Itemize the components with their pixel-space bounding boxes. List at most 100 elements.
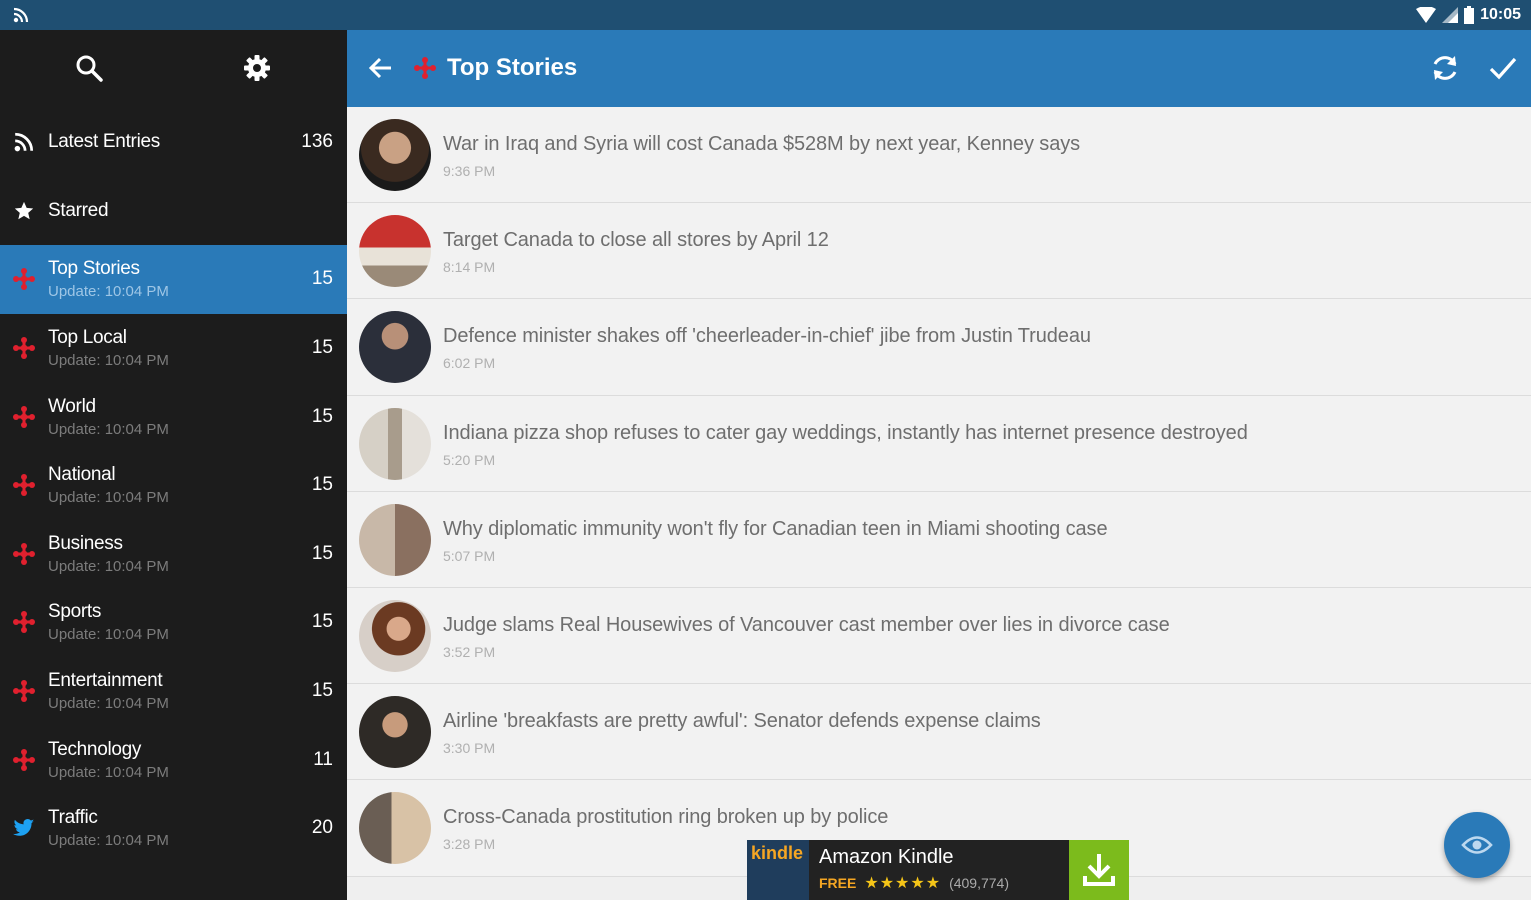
sidebar-item-label: National (48, 464, 116, 486)
ad-app-name: Amazon Kindle (819, 846, 954, 868)
download-button[interactable] (1069, 840, 1129, 900)
article-thumbnail (359, 407, 431, 480)
status-time: 10:05 (1480, 6, 1521, 23)
article-thumbnail (359, 215, 431, 288)
cbc-icon (12, 267, 36, 291)
cbc-icon (12, 473, 36, 497)
rss-icon (12, 130, 36, 154)
list-item[interactable]: War in Iraq and Syria will cost Canada $… (347, 107, 1531, 204)
article-thumbnail (359, 792, 431, 865)
ad-info: Amazon Kindle FREE ★★★★★ (409,774) (809, 840, 1069, 900)
article-thumbnail (359, 503, 431, 576)
sidebar-item-label: Sports (48, 601, 102, 623)
list-item[interactable]: Why diplomatic immunity won't fly for Ca… (347, 491, 1531, 588)
cbc-icon (12, 542, 36, 566)
ad-meta: FREE ★★★★★ (409,774) (819, 873, 1059, 893)
sidebar: Latest Entries 136 Starred Top Stories Up… (0, 30, 347, 900)
article-headline: Judge slams Real Housewives of Vancouver… (443, 613, 1170, 636)
sidebar-item-business[interactable]: Business Update: 10:04 PM 15 (0, 520, 347, 589)
article-time: 8:14 PM (443, 259, 496, 276)
sidebar-header (0, 30, 347, 108)
article-list: War in Iraq and Syria will cost Canada $… (347, 107, 1531, 877)
unread-count: 11 (313, 748, 333, 770)
sidebar-item-update: Update: 10:04 PM (48, 489, 169, 507)
sidebar-item-label: Entertainment (48, 670, 163, 692)
article-headline: War in Iraq and Syria will cost Canada $… (443, 133, 1081, 155)
sidebar-item-technology[interactable]: Technology Update: 10:04 PM 11 (0, 725, 347, 794)
back-arrow-icon[interactable] (367, 54, 395, 82)
unread-count: 136 (301, 131, 333, 153)
toolbar: Top Stories (347, 30, 1531, 107)
ad-logo-text: kindle (751, 843, 804, 863)
article-headline: Defence minister shakes off 'cheerleader… (443, 325, 1091, 348)
sidebar-item-update: Update: 10:04 PM (48, 626, 169, 644)
sidebar-item-latest-entries[interactable]: Latest Entries 136 (0, 108, 347, 177)
settings-button[interactable] (241, 52, 273, 84)
mark-read-fab[interactable] (1444, 812, 1510, 878)
article-thumbnail (359, 599, 431, 672)
unread-count: 15 (311, 542, 333, 564)
sidebar-list: Latest Entries 136 Starred Top Stories Up… (0, 108, 347, 863)
unread-count: 15 (311, 337, 333, 359)
unread-count: 15 (311, 680, 333, 702)
sidebar-item-label: Starred (48, 199, 109, 221)
list-item[interactable]: Target Canada to close all stores by Apr… (347, 203, 1531, 300)
sidebar-item-traffic[interactable]: Traffic Update: 10:04 PM 20 (0, 794, 347, 863)
page-title: Top Stories (447, 54, 578, 81)
eye-icon (1461, 836, 1493, 854)
sidebar-item-update: Update: 10:04 PM (48, 420, 169, 438)
sidebar-item-sports[interactable]: Sports Update: 10:04 PM 15 (0, 588, 347, 657)
sidebar-item-label: Top Stories (48, 258, 140, 280)
list-item[interactable]: Indiana pizza shop refuses to cater gay … (347, 395, 1531, 492)
status-bar: 10:05 (0, 0, 1531, 30)
sidebar-item-label: Technology (48, 738, 142, 760)
kindle-logo: kindle (747, 840, 809, 900)
list-item[interactable]: Defence minister shakes off 'cheerleader… (347, 299, 1531, 396)
sidebar-item-update: Update: 10:04 PM (48, 283, 169, 301)
sidebar-item-update: Update: 10:04 PM (48, 763, 169, 781)
download-icon (1083, 854, 1115, 886)
article-headline: Target Canada to close all stores by Apr… (443, 229, 829, 252)
sidebar-item-starred[interactable]: Starred (0, 177, 347, 246)
sidebar-item-national[interactable]: National Update: 10:04 PM 15 (0, 451, 347, 520)
article-headline: Cross-Canada prostitution ring broken up… (443, 806, 889, 829)
unread-count: 15 (311, 268, 333, 290)
unread-count: 20 (311, 817, 333, 839)
article-time: 9:36 PM (443, 163, 496, 179)
article-time: 3:28 PM (443, 836, 496, 853)
article-headline: Indiana pizza shop refuses to cater gay … (443, 421, 1248, 444)
refresh-icon[interactable] (1429, 52, 1461, 84)
unread-count: 15 (311, 611, 333, 633)
sidebar-item-top-stories[interactable]: Top Stories Update: 10:04 PM 15 (0, 245, 347, 314)
article-thumbnail (359, 311, 431, 384)
ad-review-count: (409,774) (949, 875, 1009, 891)
sidebar-item-entertainment[interactable]: Entertainment Update: 10:04 PM 15 (0, 657, 347, 726)
rss-icon (13, 7, 29, 23)
sidebar-item-label: Latest Entries (48, 131, 160, 153)
cbc-icon (12, 610, 36, 634)
sidebar-item-label: World (48, 395, 96, 417)
search-icon (76, 55, 103, 82)
cbc-icon (12, 748, 36, 772)
ad-banner[interactable]: kindle Amazon Kindle FREE ★★★★★ (409,774… (747, 840, 1129, 900)
sidebar-item-label: Business (48, 532, 123, 554)
sidebar-item-top-local[interactable]: Top Local Update: 10:04 PM 15 (0, 314, 347, 383)
unread-count: 15 (311, 474, 333, 496)
twitter-icon (12, 816, 36, 840)
list-item[interactable]: Airline 'breakfasts are pretty awful': S… (347, 684, 1531, 781)
sidebar-item-update: Update: 10:04 PM (48, 832, 169, 850)
sidebar-item-update: Update: 10:04 PM (48, 695, 169, 713)
article-time: 3:30 PM (443, 740, 496, 757)
check-icon[interactable] (1487, 52, 1519, 84)
cbc-icon (12, 405, 36, 429)
battery-icon (1464, 6, 1475, 24)
article-headline: Airline 'breakfasts are pretty awful': S… (443, 710, 1041, 733)
cbc-icon (12, 336, 36, 360)
sidebar-item-update: Update: 10:04 PM (48, 352, 169, 370)
search-button[interactable] (73, 52, 105, 84)
sidebar-item-world[interactable]: World Update: 10:04 PM 15 (0, 382, 347, 451)
sidebar-item-label: Traffic (48, 807, 98, 829)
cbc-icon (413, 56, 439, 82)
sidebar-item-label: Top Local (48, 327, 127, 349)
list-item[interactable]: Judge slams Real Housewives of Vancouver… (347, 587, 1531, 685)
